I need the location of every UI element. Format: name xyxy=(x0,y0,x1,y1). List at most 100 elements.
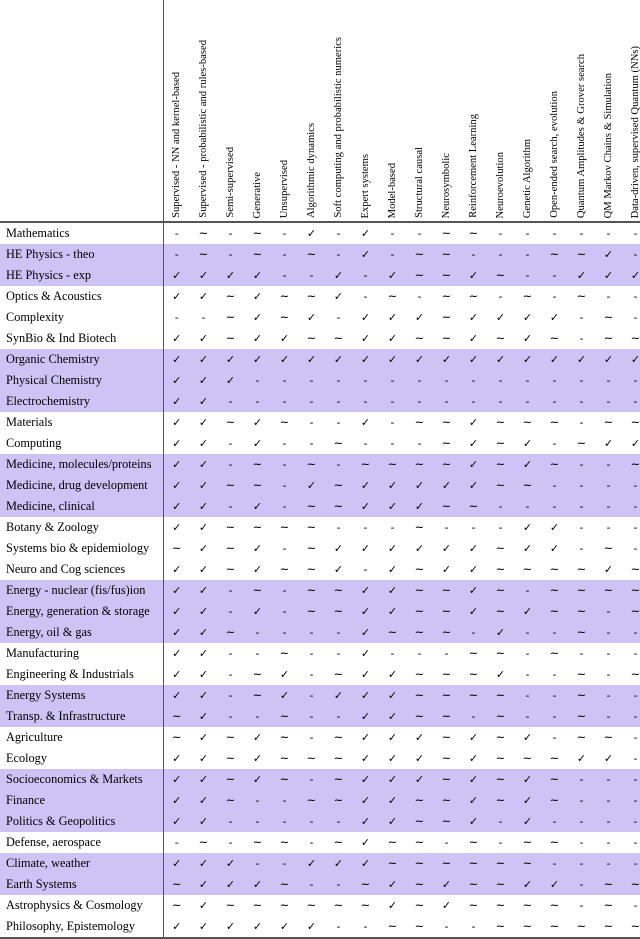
table-row: Philosophy, Epistemology ✓ ✓ ✓ ✓ ✓ ✓ - - ~ ~ - - ~ ~ ~ ~… xyxy=(0,916,640,939)
table-row: Electrochemistry ✓ ✓ - - - - - - - - - - - - - - - - xyxy=(0,391,640,412)
cell-12-3: ~ xyxy=(244,475,271,496)
cell-7-8: - xyxy=(379,370,406,391)
cell-6-5: ✓ xyxy=(298,349,325,370)
cell-32-4: ~ xyxy=(271,895,298,916)
cell-9-3: ✓ xyxy=(244,412,271,433)
cell-12-17: - xyxy=(622,475,640,496)
row-label-22: Energy Systems xyxy=(0,685,164,706)
cell-19-6: - xyxy=(325,622,352,643)
cell-1-5: ~ xyxy=(298,244,325,265)
cell-4-12: ✓ xyxy=(487,307,514,328)
cell-27-5: ~ xyxy=(298,790,325,811)
cell-23-17: - xyxy=(622,706,640,727)
cell-27-8: ✓ xyxy=(379,790,406,811)
cell-2-4: - xyxy=(271,265,298,286)
cell-13-17: - xyxy=(622,496,640,517)
cell-21-17: ~ xyxy=(622,664,640,685)
table-row: Medicine, clinical ✓ ✓ - ✓ - ~ ~ ✓ ✓ ✓ ~ ~ - - - - - - xyxy=(0,496,640,517)
cell-26-11: ✓ xyxy=(460,769,487,790)
cell-22-5: - xyxy=(298,685,325,706)
cell-33-13: ~ xyxy=(514,916,541,939)
column-header-label: Supervised - NN and kernel-based xyxy=(171,72,183,218)
cell-33-8: ~ xyxy=(379,916,406,939)
cell-31-14: ✓ xyxy=(541,874,568,895)
cell-9-15: - xyxy=(568,412,595,433)
cell-4-0: - xyxy=(163,307,190,328)
cell-25-2: ~ xyxy=(217,748,244,769)
cell-15-14: ✓ xyxy=(541,538,568,559)
cell-25-7: ✓ xyxy=(352,748,379,769)
cell-16-9: ~ xyxy=(406,559,433,580)
column-header-3: Generative xyxy=(244,0,271,223)
cell-22-15: ~ xyxy=(568,685,595,706)
cell-31-9: ~ xyxy=(406,874,433,895)
column-header-label: Structural causal xyxy=(414,147,425,218)
cell-0-16: - xyxy=(595,222,622,244)
column-header-label: Genetic Algorithm xyxy=(522,138,533,218)
cell-17-9: ~ xyxy=(406,580,433,601)
cell-13-11: ~ xyxy=(460,496,487,517)
cell-13-5: ~ xyxy=(298,496,325,517)
cell-30-3: - xyxy=(244,853,271,874)
cell-33-4: ✓ xyxy=(271,916,298,939)
cell-32-3: ~ xyxy=(244,895,271,916)
cell-24-16: ~ xyxy=(595,727,622,748)
column-header-label: Neuroevolution xyxy=(495,151,506,219)
row-label-27: Finance xyxy=(0,790,164,811)
row-label-17: Energy - nuclear (fis/fus)ion xyxy=(0,580,164,601)
cell-18-12: ~ xyxy=(487,601,514,622)
cell-20-8: - xyxy=(379,643,406,664)
cell-4-9: ✓ xyxy=(406,307,433,328)
cell-25-5: ~ xyxy=(298,748,325,769)
column-header-16: QM Markov Chains & Simulation xyxy=(595,0,622,223)
cell-3-1: ✓ xyxy=(190,286,217,307)
cell-18-9: ~ xyxy=(406,601,433,622)
cell-19-11: - xyxy=(460,622,487,643)
cell-19-10: ~ xyxy=(433,622,460,643)
cell-10-13: ✓ xyxy=(514,433,541,454)
column-header-label: Reinforcement Learning xyxy=(468,114,479,218)
cell-18-16: - xyxy=(595,601,622,622)
cell-28-3: - xyxy=(244,811,271,832)
cell-30-2: ✓ xyxy=(217,853,244,874)
cell-22-6: ✓ xyxy=(325,685,352,706)
table-row: Medicine, molecules/proteins ✓ ✓ - ~ - ~ - ~ ~ ~ ~ ✓… xyxy=(0,454,640,475)
cell-29-13: ~ xyxy=(514,832,541,853)
cell-26-0: ✓ xyxy=(163,769,190,790)
cell-0-6: - xyxy=(325,222,352,244)
cell-2-12: ~ xyxy=(487,265,514,286)
cell-3-13: ~ xyxy=(514,286,541,307)
cell-12-10: ✓ xyxy=(433,475,460,496)
cell-4-3: ✓ xyxy=(244,307,271,328)
cell-23-10: ~ xyxy=(433,706,460,727)
cell-23-11: - xyxy=(460,706,487,727)
cell-3-3: ✓ xyxy=(244,286,271,307)
cell-9-9: ~ xyxy=(406,412,433,433)
cell-6-3: ✓ xyxy=(244,349,271,370)
column-header-label: Supervised - probabilistic and rules-bas… xyxy=(198,40,209,218)
cell-23-4: ~ xyxy=(271,706,298,727)
cell-28-8: ✓ xyxy=(379,811,406,832)
cell-13-12: - xyxy=(487,496,514,517)
cell-24-12: ~ xyxy=(487,727,514,748)
cell-9-12: ~ xyxy=(487,412,514,433)
row-label-31: Earth Systems xyxy=(0,874,164,895)
row-label-23: Transp. & Infrastructure xyxy=(0,706,164,727)
cell-30-4: - xyxy=(271,853,298,874)
cell-9-5: - xyxy=(298,412,325,433)
cell-1-14: ~ xyxy=(541,244,568,265)
cell-29-7: ✓ xyxy=(352,832,379,853)
cell-17-0: ✓ xyxy=(163,580,190,601)
cell-28-16: - xyxy=(595,811,622,832)
cell-14-9: ~ xyxy=(406,517,433,538)
table-row: Systems bio & epidemiology ~ ✓ ~ ✓ - ~ ✓ ✓ ✓ ✓ ✓ ✓ ~ ✓… xyxy=(0,538,640,559)
cell-9-14: ~ xyxy=(541,412,568,433)
cell-30-14: - xyxy=(541,853,568,874)
cell-31-13: ✓ xyxy=(514,874,541,895)
cell-21-7: ✓ xyxy=(352,664,379,685)
cell-32-15: - xyxy=(568,895,595,916)
cell-23-6: - xyxy=(325,706,352,727)
cell-28-14: - xyxy=(541,811,568,832)
table-row: Energy - nuclear (fis/fus)ion ✓ ✓ - ~ - ~ ~ ✓ ✓ ~ ~… xyxy=(0,580,640,601)
cell-5-16: ~ xyxy=(595,328,622,349)
